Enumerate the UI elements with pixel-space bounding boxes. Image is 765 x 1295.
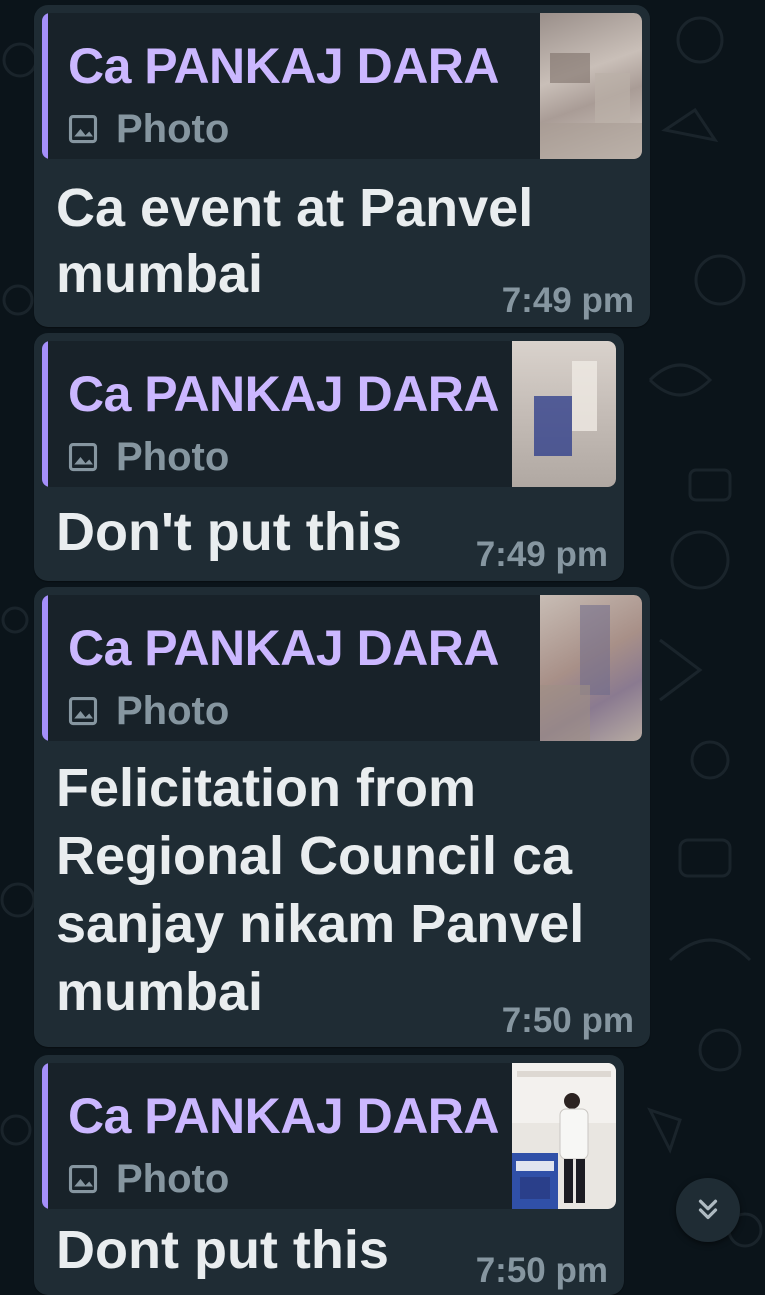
thumbnail-image — [534, 361, 597, 456]
message-bubble[interactable]: Ca PANKAJ DARA Photo Dont put this 7:50 … — [34, 1055, 624, 1295]
quote-media-label: Photo — [116, 106, 230, 151]
quote-sender-name: Ca PANKAJ DARA — [68, 366, 500, 422]
photo-icon — [68, 1164, 98, 1194]
photo-icon — [68, 442, 98, 472]
message-bubble[interactable]: Ca PANKAJ DARA Photo Felicitation from R… — [34, 587, 650, 1047]
photo-icon — [68, 696, 98, 726]
message-timestamp: 7:50 pm — [501, 1001, 634, 1040]
quoted-message[interactable]: Ca PANKAJ DARA Photo — [42, 595, 642, 741]
quote-sender-name: Ca PANKAJ DARA — [68, 38, 500, 94]
message-text-line: Dont put this — [56, 1220, 389, 1280]
thumbnail-image — [512, 1063, 616, 1209]
quote-accent-bar — [42, 595, 48, 741]
message-bubble[interactable]: Ca PANKAJ DARA Photo Don't put this 7:49… — [34, 333, 624, 581]
quote-accent-bar — [42, 341, 48, 487]
double-chevron-down-icon — [698, 1199, 718, 1220]
photo-icon — [68, 114, 98, 144]
quote-media-type: Photo — [68, 106, 230, 151]
quote-media-label: Photo — [116, 688, 230, 733]
photo-thumbnail[interactable] — [540, 13, 642, 159]
message-text-line: Ca event at Panvel — [56, 178, 534, 238]
quote-media-type: Photo — [68, 434, 230, 479]
message-text-line: Regional Council ca — [56, 826, 573, 886]
quote-accent-bar — [42, 13, 48, 159]
photo-thumbnail[interactable] — [512, 341, 616, 487]
quoted-message[interactable]: Ca PANKAJ DARA Photo — [42, 13, 642, 159]
quote-media-label: Photo — [116, 1156, 230, 1201]
thumbnail-image — [540, 53, 642, 159]
message-timestamp: 7:49 pm — [475, 535, 608, 574]
message-text-line: sanjay nikam Panvel — [56, 894, 585, 954]
thumbnail-image — [540, 605, 610, 741]
quote-media-label: Photo — [116, 434, 230, 479]
message-text-line: mumbai — [56, 962, 264, 1022]
message-bubble[interactable]: Ca PANKAJ DARA Photo Ca event at Panvel … — [34, 5, 650, 327]
quoted-message[interactable]: Ca PANKAJ DARA Photo — [42, 341, 616, 487]
quote-media-type: Photo — [68, 1156, 230, 1201]
message-timestamp: 7:49 pm — [501, 281, 634, 320]
photo-thumbnail[interactable] — [540, 595, 642, 741]
quoted-message[interactable]: Ca PANKAJ DARA Photo — [42, 1063, 616, 1209]
scroll-to-bottom-button[interactable] — [676, 1178, 740, 1242]
quote-sender-name: Ca PANKAJ DARA — [68, 620, 500, 676]
photo-thumbnail[interactable] — [512, 1063, 616, 1209]
quote-accent-bar — [42, 1063, 48, 1209]
message-text-line: Don't put this — [56, 502, 402, 562]
message-text-line: Felicitation from — [56, 758, 477, 818]
quote-sender-name: Ca PANKAJ DARA — [68, 1088, 500, 1144]
message-timestamp: 7:50 pm — [475, 1251, 608, 1290]
message-text-line: mumbai — [56, 244, 264, 304]
quote-media-type: Photo — [68, 688, 230, 733]
